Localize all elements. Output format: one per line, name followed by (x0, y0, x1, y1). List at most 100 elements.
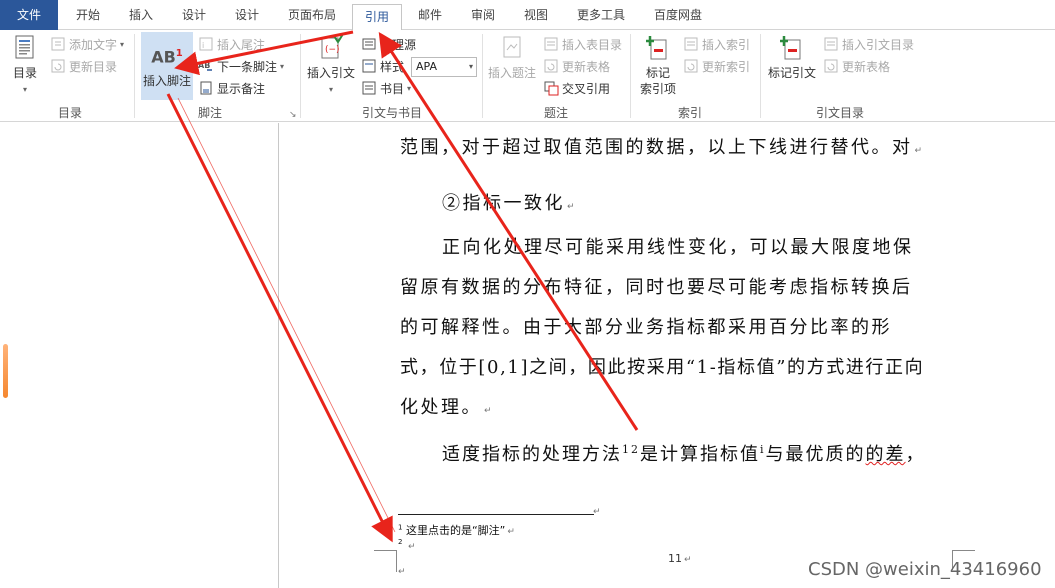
insert-toa-icon (823, 36, 839, 52)
doc-line: 正向化处理尽可能采用线性变化，可以最大限度地保 (442, 237, 914, 258)
mark-entry-button[interactable]: 标记 索引项 (636, 34, 680, 97)
next-footnote-label: 下一条脚注 (217, 59, 278, 74)
watermark: CSDN @weixin_43416960 (808, 559, 1042, 580)
mark-citation-button[interactable]: 标记引文 (764, 34, 820, 81)
update-toc-icon (50, 58, 66, 74)
mark-entry-icon (646, 36, 667, 60)
update-toa-icon (823, 58, 839, 74)
tab-review[interactable]: 审阅 (458, 0, 508, 30)
footnote-number: 1 (398, 523, 403, 532)
tab-design-2[interactable]: 设计 (221, 0, 273, 30)
doc-text: 与最优质的 (765, 444, 866, 465)
tab-home[interactable]: 开始 (62, 0, 114, 30)
insert-endnote-button[interactable]: i 插入尾注 (198, 34, 265, 54)
citation-style-value: APA (416, 60, 437, 73)
citation-style-dropdown[interactable]: APA ▾ (411, 57, 477, 77)
table-of-figures-icon (543, 36, 559, 52)
group-label-index: 索引 (677, 106, 702, 120)
cross-reference-button[interactable]: 交叉引用 (543, 78, 610, 98)
paragraph-mark: ↵ (914, 146, 923, 156)
update-figures-table-button[interactable]: 更新表格 (543, 56, 610, 76)
next-footnote-caret: ▾ (280, 61, 285, 71)
insert-toa-label: 插入引文目录 (842, 37, 915, 52)
insert-footnote-button[interactable]: AB1 插入脚注 (141, 32, 193, 100)
update-toc-label: 更新目录 (69, 59, 118, 74)
toc-caret: ▾ (22, 85, 27, 94)
mark-entry-label-2: 索引项 (639, 82, 676, 96)
show-notes-button[interactable]: 显示备注 (198, 78, 265, 98)
update-toc-button[interactable]: 更新目录 (50, 56, 117, 76)
manage-sources-icon (361, 36, 377, 52)
add-text-button[interactable]: 添加文字 ▾ (50, 34, 124, 54)
footnote-icon-sup: 1 (175, 48, 183, 59)
doc-line-text: 化处理。 (400, 397, 482, 418)
bibliography-button[interactable]: 书目 ▾ (361, 78, 411, 98)
insert-table-of-authorities-button[interactable]: 插入引文目录 (823, 34, 914, 54)
insert-endnote-icon: i (198, 36, 214, 52)
insert-index-label: 插入索引 (702, 37, 751, 52)
update-index-button[interactable]: 更新索引 (683, 56, 750, 76)
tab-view[interactable]: 视图 (511, 0, 561, 30)
manage-sources-button[interactable]: 管理源 (361, 34, 416, 54)
insert-caption-icon (503, 36, 521, 58)
footnote-icon-text: AB (151, 47, 176, 67)
tab-more-tools[interactable]: 更多工具 (570, 0, 632, 30)
insert-caption-label: 插入题注 (487, 66, 536, 80)
doc-text: 是计算指标值 (640, 444, 760, 465)
mark-citation-icon (780, 36, 801, 60)
paragraph-mark: ↵ (567, 202, 575, 212)
ribbon-tab-bar: 文件 开始 插入 设计 设计 页面布局 引用 邮件 审阅 视图 更多工具 百度网… (0, 0, 1055, 31)
paragraph-mark: ↵ (507, 527, 515, 537)
page-number: 11 ↵ (668, 552, 692, 565)
doc-heading: ②指标一致化 ↵ (442, 189, 575, 215)
manage-sources-label: 管理源 (380, 37, 417, 52)
scroll-indicator[interactable] (3, 344, 8, 398)
insert-citation-caret: ▾ (328, 85, 333, 94)
group-label-toc: 目录 (57, 106, 82, 120)
paragraph-mark: ↵ (407, 541, 416, 552)
footnote-2[interactable]: 2 ↵ (398, 538, 416, 552)
toc-button[interactable]: 目录 ▾ (6, 34, 44, 95)
insert-citation-button[interactable]: (−) 插入引文 ▾ (305, 33, 357, 95)
tab-baidu-netdisk[interactable]: 百度网盘 (644, 0, 712, 30)
insert-table-of-figures-label: 插入表目录 (562, 37, 623, 52)
update-toa-button[interactable]: 更新表格 (823, 56, 890, 76)
doc-line: 留原有数据的分布特征，同时也要尽可能考虑指标转换后 (400, 277, 913, 298)
tab-mailings[interactable]: 邮件 (405, 0, 455, 30)
insert-citation-icon: (−) (321, 33, 344, 59)
next-footnote-button[interactable]: AB 下一条脚注 ▾ (198, 56, 284, 76)
next-footnote-icon: AB (198, 58, 214, 74)
footnote-dialog-launcher-icon[interactable]: ↘ (289, 110, 297, 120)
svg-text:AB: AB (198, 61, 210, 70)
bibliography-caret: ▾ (407, 83, 412, 93)
citation-style-label-row: 样式 (361, 56, 404, 76)
group-label-caption: 题注 (543, 106, 568, 120)
footnote-reference[interactable]: 12 (622, 443, 640, 456)
insert-index-button[interactable]: 插入索引 (683, 34, 750, 54)
insert-caption-button[interactable]: 插入题注 (486, 34, 538, 81)
doc-line: 范围，对于超过取值范围的数据，以上下线进行替代。对 ↵ (400, 133, 922, 159)
doc-line-with-footnotes: 适度指标的处理方法12是计算指标值i与最优质的的差， (442, 440, 926, 466)
footnote-1[interactable]: 1 这里点击的是“脚注” ↵ (398, 522, 515, 538)
chevron-down-icon: ▾ (468, 62, 473, 71)
insert-table-of-figures-button[interactable]: 插入表目录 (543, 34, 622, 54)
doc-heading-text: ②指标一致化 (442, 193, 565, 214)
group-divider (300, 34, 301, 118)
group-label-citation: 引文与书目 (361, 106, 422, 120)
tab-design[interactable]: 设计 (168, 0, 220, 30)
toc-icon (15, 35, 34, 59)
page-number-text: 11 (668, 552, 682, 565)
tab-page-layout[interactable]: 页面布局 (276, 0, 348, 30)
show-notes-label: 显示备注 (217, 81, 266, 96)
doc-text: ， (905, 444, 926, 465)
tab-references[interactable]: 引用 (352, 4, 402, 31)
bibliography-icon (361, 80, 377, 96)
paragraph-mark: ↵ (484, 406, 492, 416)
cross-reference-icon (543, 80, 559, 96)
tab-file[interactable]: 文件 (0, 0, 58, 30)
doc-line-text: 范围，对于超过取值范围的数据，以上下线进行替代。对 (400, 137, 913, 158)
svg-text:i: i (202, 41, 204, 50)
tab-insert[interactable]: 插入 (116, 0, 166, 30)
paragraph-mark: ↵ (684, 555, 692, 565)
add-text-label: 添加文字 (69, 37, 118, 52)
